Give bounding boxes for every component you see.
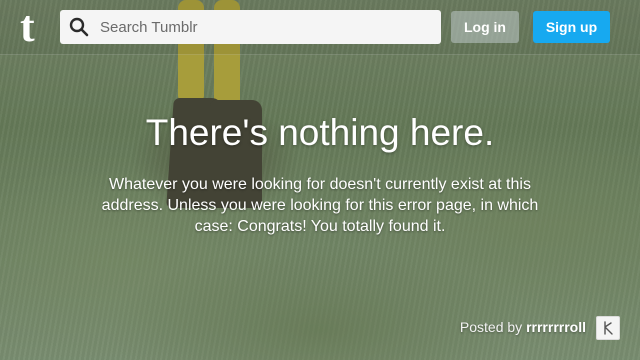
login-button[interactable]: Log in [451, 11, 519, 43]
signup-button[interactable]: Sign up [533, 11, 610, 43]
credit-prefix: Posted by [459, 319, 523, 335]
search-icon [60, 10, 98, 44]
search-input[interactable] [98, 17, 441, 37]
search-box[interactable] [60, 10, 441, 44]
error-message: Whatever you were looking for doesn't cu… [101, 176, 539, 235]
user-avatar-icon[interactable] [596, 316, 620, 340]
top-navigation-bar: t Log in Sign up [0, 0, 640, 55]
error-title: There's nothing here. [145, 112, 495, 153]
credit-username[interactable]: rrrrrrrroll [526, 319, 586, 335]
tumblr-logo[interactable]: t [20, 5, 48, 49]
photo-credit: Posted by rrrrrrrroll [460, 319, 586, 335]
